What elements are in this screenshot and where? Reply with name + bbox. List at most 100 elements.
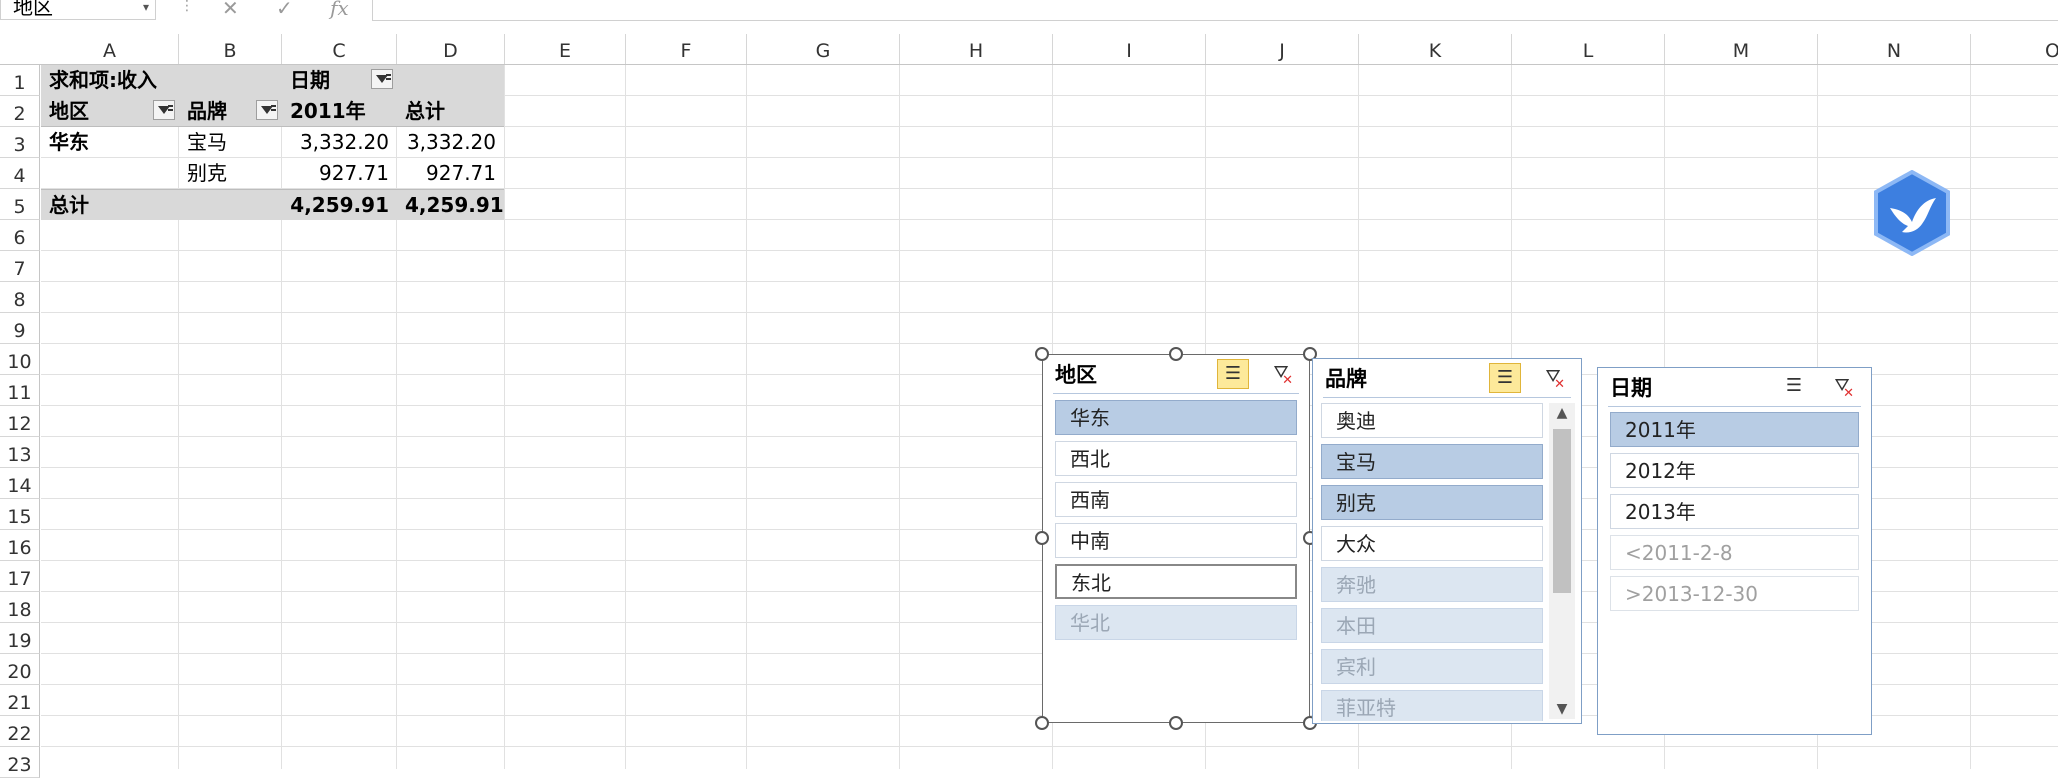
grand-total-total[interactable]: 4,259.91 [397,189,504,220]
slicer-scrollbar[interactable]: ▲ ▼ [1549,403,1575,719]
chevron-down-icon[interactable]: ▾ [143,0,149,14]
column-header-k[interactable]: K [1359,34,1512,64]
year-header[interactable]: 2011年 [282,96,397,127]
slicer-item[interactable]: 奔驰 [1321,567,1543,602]
row-header[interactable]: 19 [0,623,40,654]
slicer-item[interactable]: 西南 [1055,482,1297,517]
total-cell[interactable]: 927.71 [397,158,504,189]
slicer-item[interactable]: 大众 [1321,526,1543,561]
column-header-n[interactable]: N [1818,34,1971,64]
slicer-item[interactable]: 菲亚特 [1321,690,1543,721]
row-header[interactable]: 7 [0,251,40,282]
row-header[interactable]: 5 [0,189,40,220]
row-header[interactable]: 1 [0,65,40,96]
region-filter-button[interactable] [153,100,175,120]
slicer-item[interactable]: 宝马 [1321,444,1543,479]
row-header[interactable]: 23 [0,747,40,778]
formula-input[interactable] [372,0,2058,21]
pivot-value-field[interactable]: 求和项:收入 [41,65,282,96]
row-header[interactable]: 8 [0,282,40,313]
column-header-b[interactable]: B [179,34,282,64]
scroll-up-icon[interactable]: ▲ [1549,405,1575,421]
slicer-items-viewport[interactable]: 奥迪 宝马 别克 大众 奔驰 本田 宾利 菲亚特 ▲ ▼ [1313,403,1583,721]
region-cell[interactable]: 华东 [41,127,179,158]
total-header[interactable]: 总计 [397,96,504,127]
row-header[interactable]: 6 [0,220,40,251]
slicer-item[interactable]: 西北 [1055,441,1297,476]
scroll-down-icon[interactable]: ▼ [1549,701,1575,717]
column-header-j[interactable]: J [1206,34,1359,64]
multi-select-icon[interactable]: ☰ [1489,363,1521,393]
row-header[interactable]: 16 [0,530,40,561]
brand-slicer[interactable]: 品牌 ☰ ⛛ ✕ 奥迪 宝马 别克 大众 奔驰 本田 宾利 菲亚特 ▲ ▼ [1312,358,1582,724]
column-header-a[interactable]: A [41,34,179,64]
function-icon[interactable]: fx [330,0,349,20]
column-header-c[interactable]: C [282,34,397,64]
column-header-f[interactable]: F [626,34,747,64]
multi-select-icon[interactable]: ☰ [1217,359,1249,389]
slicer-item[interactable]: 本田 [1321,608,1543,643]
resize-handle[interactable] [1035,716,1049,730]
pivot-column-field[interactable]: 日期 [282,65,504,96]
row-header[interactable]: 14 [0,468,40,499]
slicer-item[interactable]: 2013年 [1610,494,1859,529]
slicer-item[interactable]: <2011-2-8 [1610,535,1859,570]
row-header[interactable]: 11 [0,375,40,406]
row-header[interactable]: 10 [0,344,40,375]
row-header[interactable]: 9 [0,313,40,344]
row-header[interactable]: 2 [0,96,40,127]
brand-filter-button[interactable] [256,100,278,120]
slicer-item[interactable]: 东北 [1055,564,1297,599]
value-cell[interactable]: 927.71 [282,158,397,189]
enter-icon[interactable]: ✓ [276,0,293,20]
column-header-o[interactable]: O [1971,34,2058,64]
row-header[interactable]: 15 [0,499,40,530]
column-header-h[interactable]: H [900,34,1053,64]
slicer-item[interactable]: 2012年 [1610,453,1859,488]
column-header-l[interactable]: L [1512,34,1665,64]
resize-handle[interactable] [1035,347,1049,361]
slicer-item[interactable]: 奥迪 [1321,403,1543,438]
column-header-i[interactable]: I [1053,34,1206,64]
date-slicer[interactable]: 日期 ☰ ⛛ ✕ 2011年 2012年 2013年 <2011-2-8 >201… [1597,367,1872,735]
slicer-item[interactable]: 2011年 [1610,412,1859,447]
row-header[interactable]: 17 [0,561,40,592]
clear-filter-icon[interactable]: ⛛ ✕ [1267,359,1295,389]
slicer-item[interactable]: 宾利 [1321,649,1543,684]
column-header-g[interactable]: G [747,34,900,64]
row-header[interactable]: 13 [0,437,40,468]
region-slicer[interactable]: 地区 ☰ ⛛ ✕ 华东 西北 西南 中南 东北 华北 [1042,354,1310,723]
grand-total-value[interactable]: 4,259.91 [282,189,397,220]
column-header-d[interactable]: D [397,34,505,64]
clear-filter-icon[interactable]: ⛛ ✕ [1828,372,1856,402]
cancel-icon[interactable]: ✕ [222,0,239,20]
slicer-item[interactable]: >2013-12-30 [1610,576,1859,611]
total-cell[interactable]: 3,332.20 [397,127,504,158]
value-cell[interactable]: 3,332.20 [282,127,397,158]
resize-handle[interactable] [1035,531,1049,545]
row-header[interactable]: 12 [0,406,40,437]
row-header[interactable]: 18 [0,592,40,623]
resize-handle[interactable] [1169,716,1183,730]
date-filter-button[interactable] [371,69,393,89]
column-header-m[interactable]: M [1665,34,1818,64]
row-header[interactable]: 4 [0,158,40,189]
slicer-item[interactable]: 华北 [1055,605,1297,640]
grand-total-label[interactable]: 总计 [41,189,282,220]
row-header[interactable]: 21 [0,685,40,716]
name-box[interactable]: 地区 ▾ [0,0,156,20]
row-header[interactable]: 22 [0,716,40,747]
clear-filter-icon[interactable]: ⛛ ✕ [1539,363,1567,393]
scrollbar-thumb[interactable] [1553,429,1571,593]
brand-cell[interactable]: 别克 [179,158,282,189]
slicer-item[interactable]: 别克 [1321,485,1543,520]
column-header-e[interactable]: E [505,34,626,64]
row-header[interactable]: 3 [0,127,40,158]
multi-select-icon[interactable]: ☰ [1778,372,1810,402]
row-header[interactable]: 20 [0,654,40,685]
slicer-item[interactable]: 华东 [1055,400,1297,435]
resize-handle[interactable] [1169,347,1183,361]
date-field-label: 日期 [290,68,330,92]
slicer-item[interactable]: 中南 [1055,523,1297,558]
brand-cell[interactable]: 宝马 [179,127,282,158]
